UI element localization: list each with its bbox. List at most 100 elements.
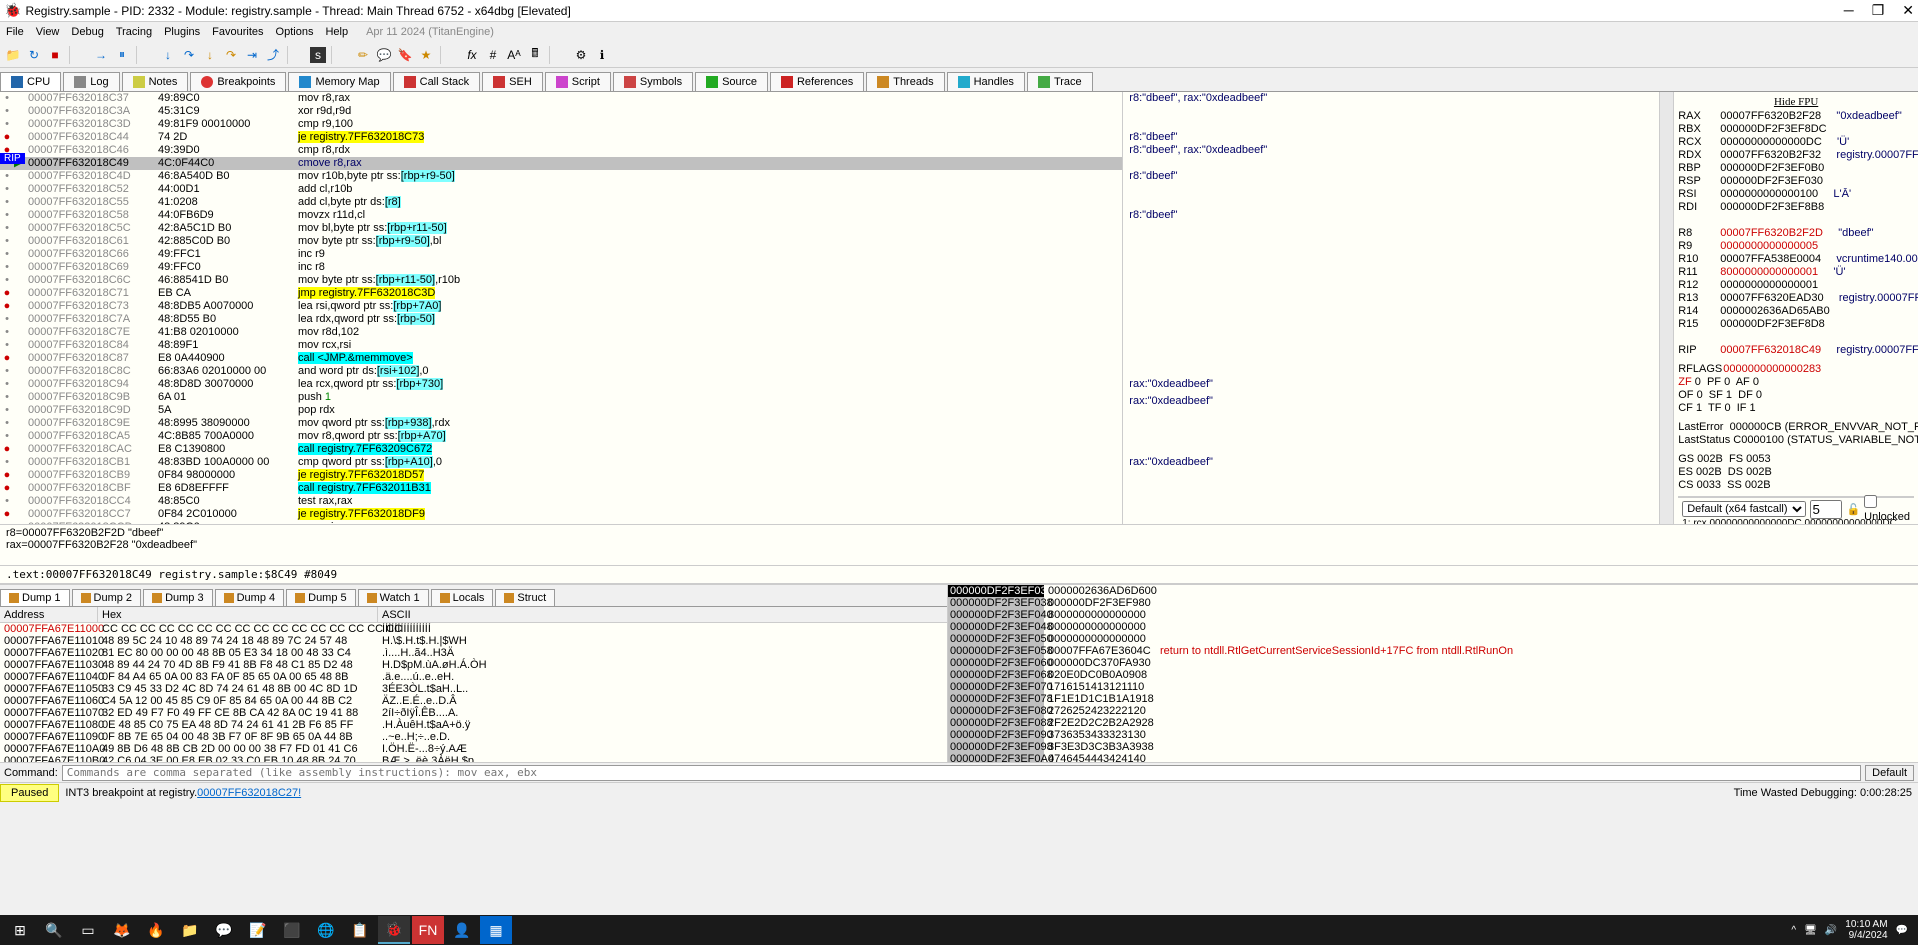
dump-tab-dump-3[interactable]: Dump 3: [143, 589, 213, 606]
app7-icon[interactable]: 📋: [344, 916, 376, 944]
maximize-button[interactable]: ❐: [1872, 2, 1885, 19]
register-row[interactable]: R118000000000000001 'Ü': [1678, 266, 1914, 279]
disasm-row[interactable]: •00007FF632018C7E41:B8 02010000mov r8d,1…: [0, 326, 1122, 339]
dump-row[interactable]: 00007FFA67E110900F 8B 7E 65 04 00 48 3B …: [0, 731, 947, 743]
disasm-row[interactable]: ●00007FF632018CC70F84 2C010000je registr…: [0, 508, 1122, 521]
tab-seh[interactable]: SEH: [482, 72, 543, 91]
tab-handles[interactable]: Handles: [947, 72, 1025, 91]
tab-memory-map[interactable]: Memory Map: [288, 72, 390, 91]
disasm-row[interactable]: ●00007FF632018C4474 2Dje registry.7FF632…: [0, 131, 1122, 144]
stop-icon[interactable]: ■: [46, 46, 64, 64]
register-row[interactable]: R120000000000000001: [1678, 279, 1914, 292]
menu-file[interactable]: File: [6, 26, 24, 38]
app6-icon[interactable]: ⬛: [276, 916, 308, 944]
x64dbg-icon[interactable]: 🐞: [378, 916, 410, 944]
arg-count-spinner[interactable]: [1810, 500, 1842, 519]
segment-row[interactable]: GS 002B FS 0053: [1678, 453, 1914, 466]
disasm-row[interactable]: •00007FF632018C6C46:88541D B0mov byte pt…: [0, 274, 1122, 287]
menu-debug[interactable]: Debug: [71, 26, 103, 38]
step-over-icon[interactable]: ↷: [180, 46, 198, 64]
chrome-icon[interactable]: 🌐: [310, 916, 342, 944]
disassembly-view[interactable]: RIP •00007FF632018C3749:89C0mov r8,rax•0…: [0, 92, 1123, 524]
unlocked-checkbox[interactable]: [1864, 495, 1877, 508]
run-to-icon[interactable]: ⇥: [243, 46, 261, 64]
disasm-row[interactable]: •00007FF632018C7A48:8D55 B0lea rdx,qword…: [0, 313, 1122, 326]
dump-tab-locals[interactable]: Locals: [431, 589, 494, 606]
register-row[interactable]: RDX00007FF6320B2F32 registry.00007FF6320…: [1678, 149, 1914, 162]
flags-row[interactable]: OF 0 SF 1 DF 0: [1678, 389, 1914, 402]
run-icon[interactable]: →: [92, 46, 110, 64]
trace-into-icon[interactable]: ↓: [201, 46, 219, 64]
disasm-row[interactable]: •00007FF632018C3749:89C0mov r8,rax: [0, 92, 1122, 105]
restart-icon[interactable]: ↻: [25, 46, 43, 64]
tab-trace[interactable]: Trace: [1027, 72, 1093, 91]
patch-icon[interactable]: ✏: [354, 46, 372, 64]
hash-icon[interactable]: #: [484, 46, 502, 64]
menu-favourites[interactable]: Favourites: [212, 26, 263, 38]
menu-help[interactable]: Help: [325, 26, 348, 38]
calc-icon[interactable]: 🖩: [526, 46, 544, 64]
register-row[interactable]: RBP000000DF2F3EF0B0: [1678, 162, 1914, 175]
stack-row[interactable]: 000000DF2F3EF068020E0DC0B0A0908: [948, 669, 1918, 681]
disasm-row[interactable]: •00007FF632018C6142:885C0D B0mov byte pt…: [0, 235, 1122, 248]
run-till-ret-icon[interactable]: ⤴: [264, 46, 282, 64]
menu-options[interactable]: Options: [276, 26, 314, 38]
dump-row[interactable]: 00007FFA67E1105033 C9 45 33 D2 4C 8D 74 …: [0, 683, 947, 695]
stack-row[interactable]: 000000DF2F3EF0300000002636AD6D600: [948, 585, 1918, 597]
disasm-row[interactable]: •00007FF632018C3A45:31C9xor r9d,r9d: [0, 105, 1122, 118]
open-icon[interactable]: 📁: [4, 46, 22, 64]
dump-row[interactable]: 00007FFA67E110400F 84 A4 65 0A 00 83 FA …: [0, 671, 947, 683]
tab-log[interactable]: Log: [63, 72, 119, 91]
dump-row[interactable]: 00007FFA67E1103048 89 44 24 70 4D 8B F9 …: [0, 659, 947, 671]
stack-row[interactable]: 000000DF2F3EF0408000000000000000: [948, 609, 1918, 621]
disasm-row[interactable]: •00007FF632018CCD48:89C6mov rsi,rax: [0, 521, 1122, 524]
register-row[interactable]: RCX00000000000000DC 'Ü': [1678, 136, 1914, 149]
scrollbar[interactable]: [1659, 92, 1673, 524]
tab-script[interactable]: Script: [545, 72, 611, 91]
disasm-row[interactable]: ●00007FF632018CACE8 C1390800call registr…: [0, 443, 1122, 456]
disasm-row[interactable]: ●00007FF632018C7348:8DB5 A0070000lea rsi…: [0, 300, 1122, 313]
tab-threads[interactable]: Threads: [866, 72, 944, 91]
dump-row[interactable]: 00007FFA67E1107032 ED 49 F7 F0 49 FF CE …: [0, 707, 947, 719]
dump-tab-watch-1[interactable]: Watch 1: [358, 589, 429, 606]
app9-icon[interactable]: 👤: [446, 916, 478, 944]
disasm-row[interactable]: ●00007FF632018CB90F84 98000000je registr…: [0, 469, 1122, 482]
dump-row[interactable]: 00007FFA67E1101048 89 5C 24 10 48 89 74 …: [0, 635, 947, 647]
lock-icon[interactable]: 🔓: [1846, 503, 1860, 516]
register-row[interactable]: [1678, 331, 1914, 344]
register-pane[interactable]: Hide FPU RAX00007FF6320B2F28 "0xdeadbeef…: [1673, 92, 1918, 524]
disasm-row[interactable]: •00007FF632018C3D49:81F9 00010000cmp r9,…: [0, 118, 1122, 131]
start-button[interactable]: ⊞: [4, 916, 36, 944]
disasm-row[interactable]: •00007FF632018CA54C:8B85 700A0000mov r8,…: [0, 430, 1122, 443]
dump-tab-dump-2[interactable]: Dump 2: [72, 589, 142, 606]
settings-icon[interactable]: ⚙: [572, 46, 590, 64]
hide-fpu-link[interactable]: Hide FPU: [1678, 94, 1914, 110]
dump-row[interactable]: 00007FFA67E110800E 48 85 C0 75 EA 48 8D …: [0, 719, 947, 731]
disasm-row[interactable]: •▶00007FF632018C494C:0F44C0cmove r8,rax: [0, 157, 1122, 170]
disasm-row[interactable]: •00007FF632018C6649:FFC1inc r9: [0, 248, 1122, 261]
disasm-row[interactable]: •00007FF632018C5844:0FB6D9movzx r11d,cl: [0, 209, 1122, 222]
pause-icon[interactable]: ⏸: [113, 46, 131, 64]
dump-row[interactable]: 00007FFA67E110A049 8B D6 48 8B CB 2D 00 …: [0, 743, 947, 755]
menu-tracing[interactable]: Tracing: [116, 26, 152, 38]
tray-volume-icon[interactable]: 🔊: [1825, 925, 1837, 936]
disasm-row[interactable]: •00007FF632018C9448:8D8D 30070000lea rcx…: [0, 378, 1122, 391]
register-row[interactable]: [1678, 214, 1914, 227]
stack-row[interactable]: 000000DF2F3EF0983F3E3D3C3B3A3938: [948, 741, 1918, 753]
app5-icon[interactable]: 📝: [242, 916, 274, 944]
trace-over-icon[interactable]: ↷: [222, 46, 240, 64]
register-row[interactable]: RSI0000000000000100 L'Ā': [1678, 188, 1914, 201]
taskview-icon[interactable]: ▭: [72, 916, 104, 944]
app1-icon[interactable]: 🦊: [106, 916, 138, 944]
register-row[interactable]: R1000007FFA538E0004 vcruntime140.00007FF…: [1678, 253, 1914, 266]
disasm-row[interactable]: ●00007FF632018CBFE8 6D8EFFFFcall registr…: [0, 482, 1122, 495]
search-icon[interactable]: 🔍: [38, 916, 70, 944]
callconv-arg[interactable]: 1: rcx 00000000000000DC 00000000000000DC: [1682, 518, 1910, 524]
stack-row[interactable]: 000000DF2F3EF0500000000000000000: [948, 633, 1918, 645]
disasm-row[interactable]: •00007FF632018C5C42:8A5C1D B0mov bl,byte…: [0, 222, 1122, 235]
register-row[interactable]: RBX000000DF2F3EF8DC: [1678, 123, 1914, 136]
callconv-select[interactable]: Default (x64 fastcall): [1682, 501, 1806, 517]
tab-call-stack[interactable]: Call Stack: [393, 72, 481, 91]
register-row[interactable]: RAX00007FF6320B2F28 "0xdeadbeef": [1678, 110, 1914, 123]
disasm-row[interactable]: •00007FF632018C8C66:83A6 02010000 00and …: [0, 365, 1122, 378]
